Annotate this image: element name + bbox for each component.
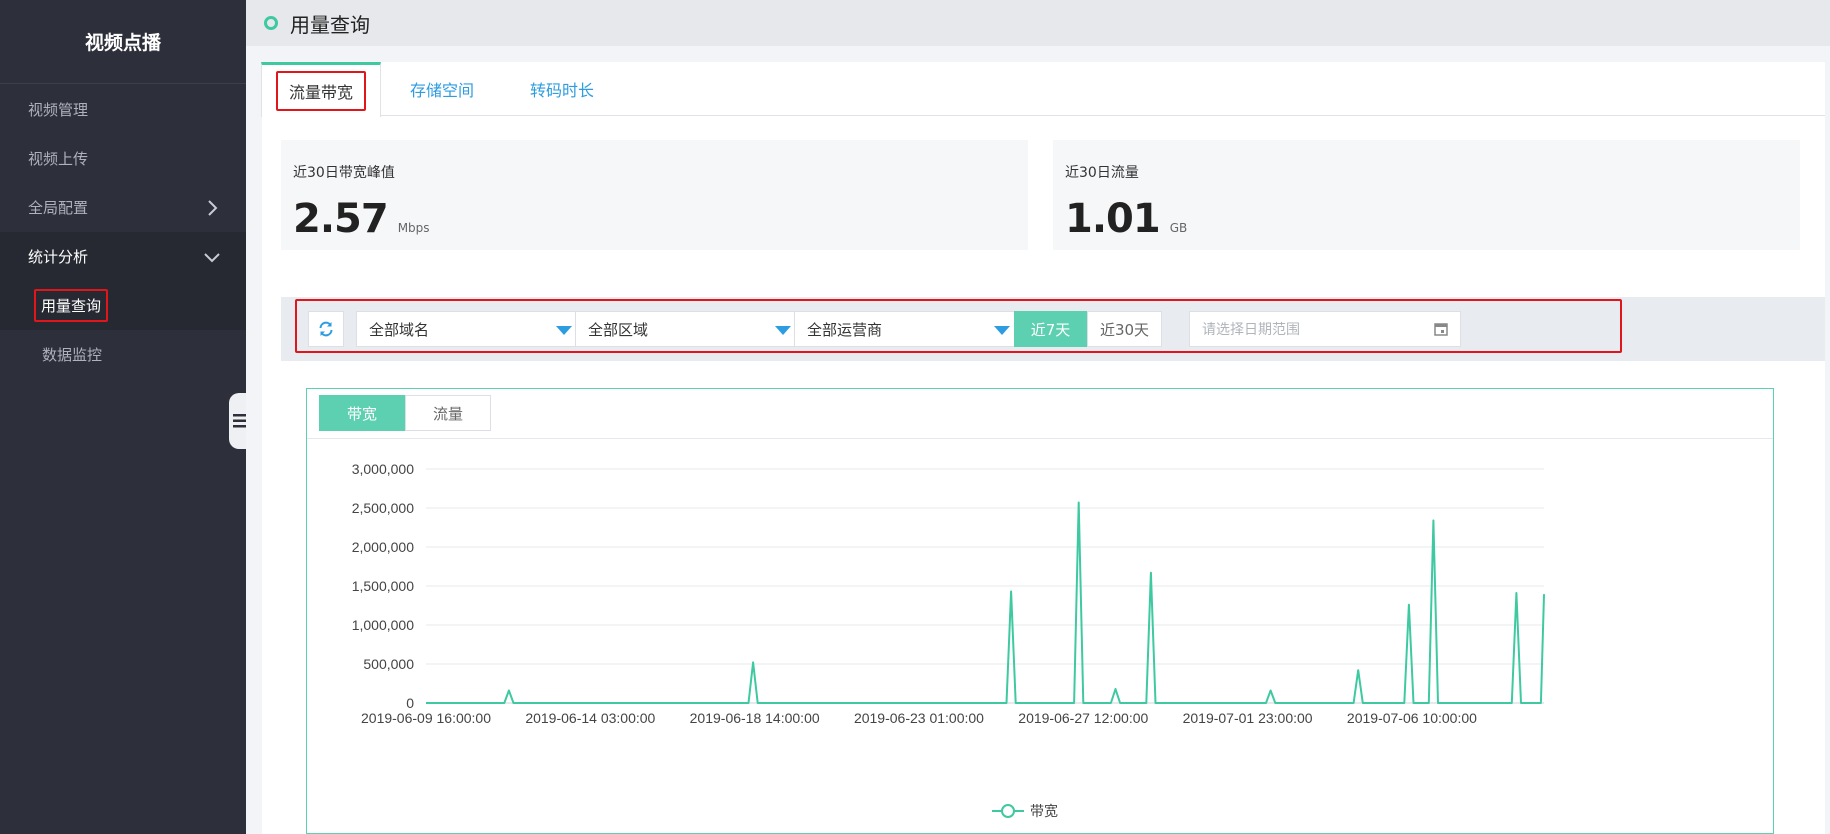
y-tick-label: 500,000 (363, 656, 414, 672)
y-tick-label: 3,000,000 (352, 461, 414, 477)
refresh-icon (319, 321, 333, 337)
main-content: 流量带宽 存储空间 转码时长 近30日带宽峰值 2.57 Mbps 近30日流量… (246, 46, 1830, 834)
region-select-value: 全部区域 (588, 320, 649, 339)
sidebar-subitem-label: 数据监控 (42, 346, 103, 364)
sidebar-item-label: 统计分析 (28, 248, 89, 266)
filter-bar: 全部域名 全部区域 全部运营商 近7天 近30天 请选择日期范围 (281, 297, 1825, 361)
series-line-bandwidth (426, 501, 1545, 704)
title-dot-icon (264, 16, 278, 30)
chart-container: 带宽 流量 0 500,000 1,000,000 1,500,000 2,000,00… (306, 388, 1774, 834)
data-point (1114, 688, 1117, 690)
data-point (1408, 603, 1410, 606)
y-tick-label: 1,500,000 (352, 578, 414, 594)
data-point (508, 689, 510, 692)
isp-select[interactable]: 全部运营商 (794, 311, 1025, 347)
stat-card-peak-bandwidth: 近30日带宽峰值 2.57 Mbps (281, 140, 1028, 250)
y-tick-label: 2,500,000 (352, 500, 414, 516)
domain-select[interactable]: 全部域名 (356, 311, 587, 347)
tab-label: 流量带宽 (275, 71, 366, 111)
chevron-right-icon (202, 198, 222, 218)
data-point (752, 661, 754, 664)
data-point (1515, 592, 1518, 594)
x-tick-label: 2019-07-01 23:00:00 (1183, 710, 1313, 726)
tab-storage[interactable]: 存储空间 (382, 62, 502, 116)
caret-down-icon (556, 326, 572, 335)
x-tick-label: 2019-06-27 12:00:00 (1018, 710, 1148, 726)
isp-select-value: 全部运营商 (807, 320, 883, 339)
stat-value: 1.01 (1065, 196, 1161, 242)
tab-traffic-bandwidth[interactable]: 流量带宽 (261, 62, 381, 117)
page-header: 用量查询 (246, 0, 1830, 46)
y-tick-label: 0 (406, 695, 414, 711)
usage-panel: 流量带宽 存储空间 转码时长 近30日带宽峰值 2.57 Mbps 近30日流量… (261, 62, 1825, 834)
data-point (1150, 571, 1152, 574)
domain-select-value: 全部域名 (369, 320, 430, 339)
legend-marker (1001, 804, 1015, 818)
sidebar-item-video-upload[interactable]: 视频上传 (0, 134, 246, 183)
tab-transcode-duration[interactable]: 转码时长 (502, 62, 622, 116)
x-tick-label: 2019-06-14 03:00:00 (525, 710, 655, 726)
sidebar-subitem-data-monitor[interactable]: 数据监控 (0, 330, 246, 379)
x-tick-label: 2019-06-18 14:00:00 (690, 710, 820, 726)
sidebar-subitem-label: 用量查询 (34, 289, 109, 322)
data-point (1269, 689, 1272, 692)
y-tick-label: 1,000,000 (352, 617, 414, 633)
stat-value: 2.57 (293, 196, 389, 242)
range-7-days-label: 近7天 (1030, 320, 1071, 339)
legend-label: 带宽 (1030, 803, 1058, 819)
sidebar-item-statistics[interactable]: 统计分析 (0, 232, 246, 281)
y-tick-label: 2,000,000 (352, 539, 414, 555)
range-30-days-button[interactable]: 近30天 (1087, 311, 1162, 347)
stat-unit: GB (1169, 221, 1188, 235)
x-tick-label: 2019-06-09 16:00:00 (361, 710, 491, 726)
usage-tabs: 流量带宽 存储空间 转码时长 (261, 62, 1825, 117)
data-point (1010, 590, 1012, 593)
tab-label: 转码时长 (529, 81, 594, 100)
sidebar-item-video-management[interactable]: 视频管理 (0, 85, 246, 134)
range-30-days-label: 近30天 (1099, 320, 1150, 339)
sidebar-item-global-config[interactable]: 全局配置 (0, 183, 246, 232)
sidebar-item-label: 视频管理 (28, 101, 89, 119)
stat-label: 近30日带宽峰值 (293, 165, 395, 181)
sidebar-item-label: 视频上传 (28, 150, 89, 168)
stat-card-traffic: 近30日流量 1.01 GB (1053, 140, 1800, 250)
data-point (1077, 501, 1080, 504)
data-point (1543, 593, 1545, 596)
sidebar-item-label: 全局配置 (28, 199, 89, 217)
calendar-icon (1434, 323, 1448, 336)
sidebar: 视频点播 视频管理 视频上传 全局配置 统计分析 用量查询 数据监控 (0, 0, 247, 834)
chevron-down-icon (202, 247, 222, 267)
stat-label: 近30日流量 (1065, 165, 1139, 181)
data-point (1432, 519, 1435, 522)
refresh-button[interactable] (308, 311, 344, 347)
bandwidth-chart: 0 500,000 1,000,000 1,500,000 2,000,000 2,500… (352, 461, 1545, 819)
region-select[interactable]: 全部区域 (575, 311, 806, 347)
sidebar-brand: 视频点播 (0, 0, 246, 84)
page-title: 用量查询 (290, 12, 370, 37)
x-tick-label: 2019-06-23 01:00:00 (854, 710, 984, 726)
caret-down-icon (775, 326, 791, 335)
menu-icon (233, 414, 247, 428)
stat-unit: Mbps (397, 221, 430, 235)
range-7-days-button[interactable]: 近7天 (1014, 311, 1087, 347)
caret-down-icon (994, 326, 1010, 335)
data-point (1357, 669, 1359, 672)
tab-label: 存储空间 (409, 81, 474, 100)
sidebar-subitem-usage-query[interactable]: 用量查询 (0, 281, 246, 330)
date-range-placeholder: 请选择日期范围 (1202, 322, 1300, 338)
date-range-input[interactable]: 请选择日期范围 (1189, 311, 1461, 347)
sidebar-collapse-handle[interactable] (229, 393, 247, 449)
x-tick-label: 2019-07-06 10:00:00 (1347, 710, 1477, 726)
